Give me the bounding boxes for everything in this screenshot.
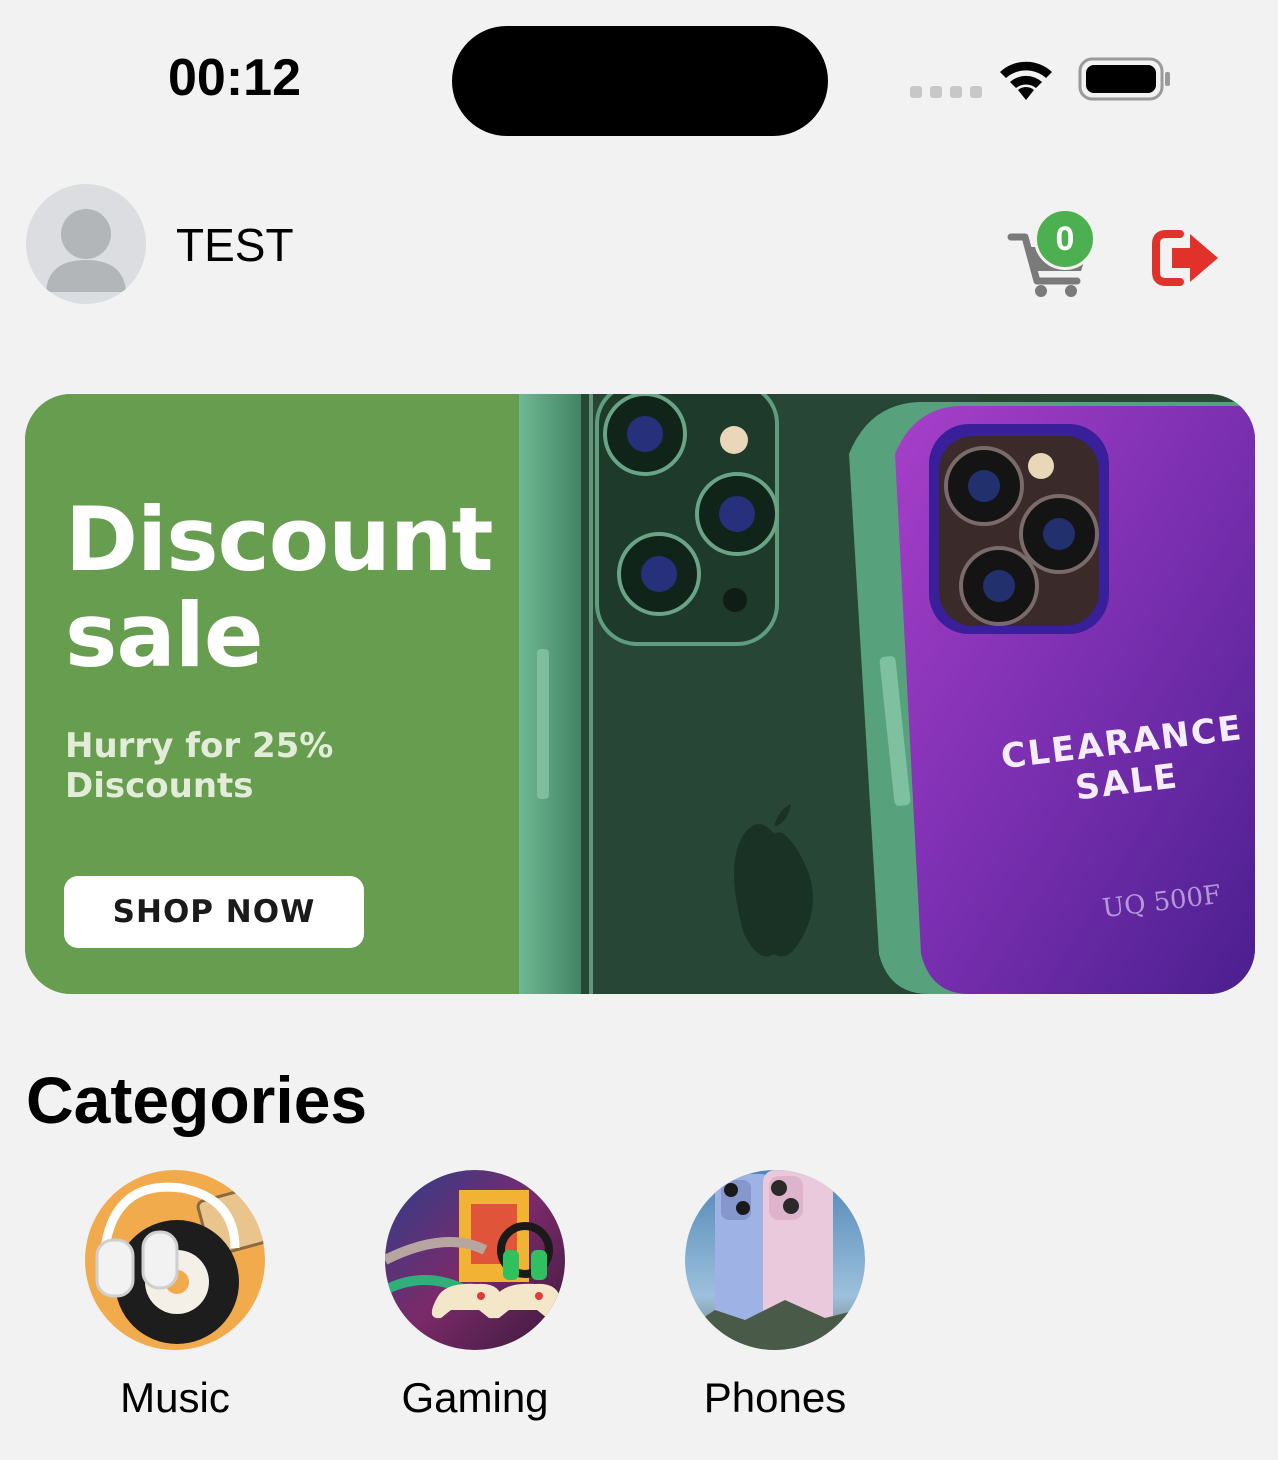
battery-icon bbox=[1078, 57, 1170, 101]
category-music[interactable]: Music bbox=[25, 1170, 325, 1430]
home-screen: 00:12 TEST 0 Discount sale Hurry for 25%… bbox=[0, 0, 1278, 1460]
category-phones-image[interactable] bbox=[685, 1170, 865, 1350]
username: TEST bbox=[176, 219, 294, 271]
category-phones[interactable]: Phones bbox=[625, 1170, 925, 1430]
logout-icon bbox=[1152, 230, 1218, 286]
category-phones-label[interactable]: Phones bbox=[625, 1374, 925, 1422]
category-gaming[interactable]: Gaming bbox=[325, 1170, 625, 1430]
category-music-label[interactable]: Music bbox=[25, 1374, 325, 1422]
avatar[interactable] bbox=[26, 184, 146, 304]
status-time: 00:12 bbox=[168, 49, 301, 107]
promo-banner[interactable]: Discount sale Hurry for 25% Discounts SH… bbox=[25, 394, 1255, 994]
banner-title: Discount sale bbox=[65, 488, 494, 687]
category-gaming-image[interactable] bbox=[385, 1170, 565, 1350]
wifi-icon bbox=[1000, 61, 1052, 100]
categories-title: Categories bbox=[26, 1063, 368, 1137]
signal-dots-icon bbox=[910, 86, 982, 98]
banner-subtitle: Hurry for 25% Discounts bbox=[65, 726, 334, 806]
dynamic-island bbox=[452, 26, 828, 136]
person-placeholder-icon bbox=[46, 209, 126, 292]
logout-button[interactable] bbox=[1150, 228, 1222, 293]
shop-now-button[interactable]: SHOP NOW bbox=[64, 876, 364, 948]
banner-phones-image: CLEARANCE SALE UQ 500F bbox=[519, 394, 1255, 994]
category-gaming-label[interactable]: Gaming bbox=[325, 1374, 625, 1422]
cart-count-badge: 0 bbox=[1034, 208, 1096, 270]
category-music-image[interactable] bbox=[85, 1170, 265, 1350]
